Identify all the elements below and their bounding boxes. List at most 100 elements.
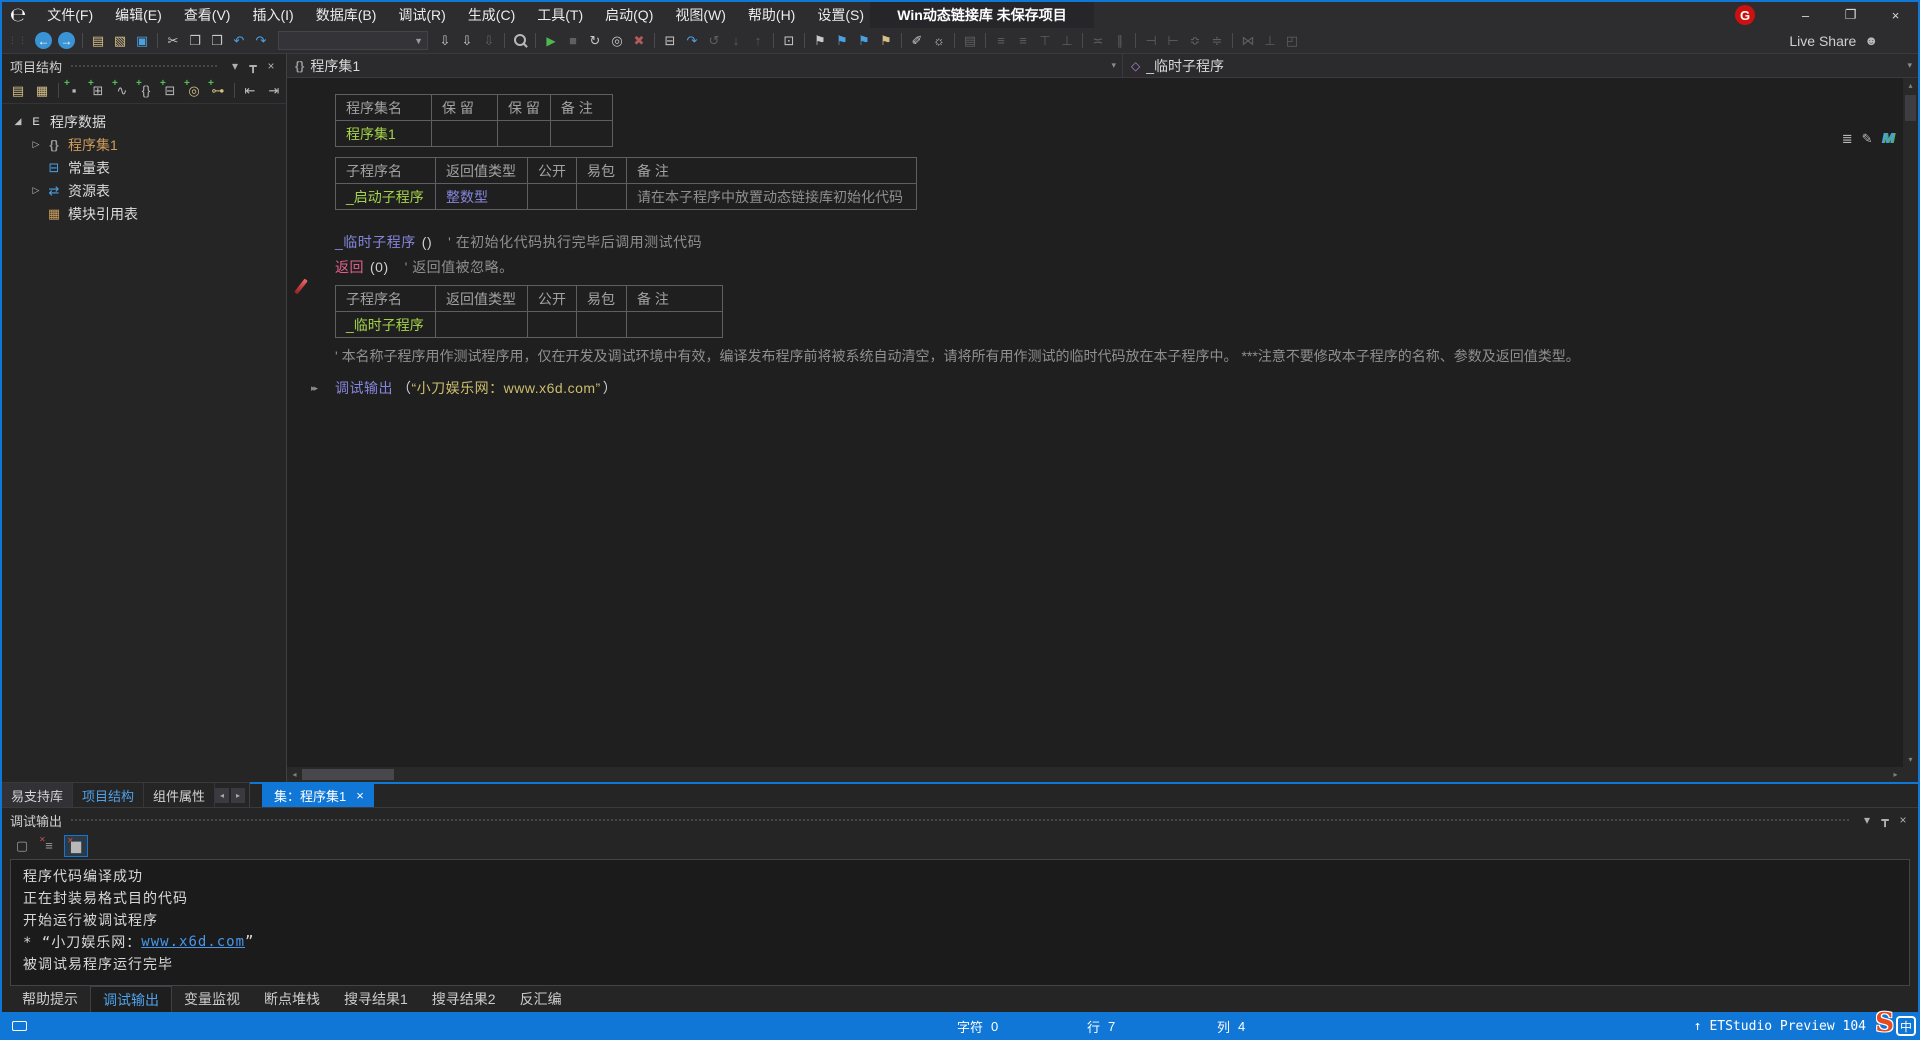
cell[interactable] (528, 184, 577, 210)
stop-icon[interactable]: ■ (562, 31, 584, 51)
sub-name-cell[interactable]: _启动子程序 (336, 184, 436, 210)
close-icon[interactable]: × (356, 788, 364, 803)
sep[interactable] (1131, 31, 1140, 51)
add-menu-icon[interactable]: ⊞ (86, 80, 110, 102)
toolbar-grip[interactable]: ⋮⋮ (8, 35, 28, 46)
collapse-all-icon[interactable]: ⇤ (238, 80, 262, 102)
chevron-down-icon[interactable]: ▾ (1858, 813, 1876, 827)
clear-list-icon[interactable]: ≡ ✕ (37, 835, 61, 857)
new-project-icon[interactable]: ▤ (87, 31, 109, 51)
sogou-ime-icon[interactable]: S (1875, 1008, 1894, 1038)
expand-all-icon[interactable]: ⇥ (262, 80, 286, 102)
panel-drag-dots[interactable] (70, 64, 218, 69)
close-button[interactable]: × (1873, 2, 1918, 28)
col-header[interactable]: 返回值类型 (436, 158, 528, 184)
menu-item[interactable]: 插入(I) (241, 2, 304, 28)
center-h-icon[interactable]: ≍ (1087, 31, 1109, 51)
minimize-button[interactable]: – (1783, 2, 1828, 28)
fullscreen-icon[interactable]: ◰ (1281, 31, 1303, 51)
menu-item[interactable]: 调试(R) (387, 2, 456, 28)
return-type-cell[interactable]: 整数型 (436, 184, 528, 210)
sep[interactable] (54, 80, 62, 102)
back-icon[interactable]: ← (35, 32, 52, 49)
sep[interactable] (650, 31, 659, 51)
scroll-right-icon[interactable]: ▸ (1888, 770, 1903, 779)
col-header[interactable]: 易包 (577, 158, 627, 184)
paste-icon[interactable]: ❒ (206, 31, 228, 51)
sep[interactable] (1228, 31, 1237, 51)
cell[interactable] (577, 184, 627, 210)
tree-expander-icon[interactable]: ▷ (28, 139, 44, 150)
menu-item[interactable]: 编辑(E) (104, 2, 173, 28)
block-comment[interactable]: ' 本名称子程序用作测试程序用，仅在开发及调试环境中有效，编译发布程序前将被系统… (335, 346, 1903, 366)
tree-item-assembly1[interactable]: ▷ {} 程序集1 (2, 133, 286, 156)
m-logo-icon[interactable]: M (1882, 130, 1895, 147)
assembly-name-cell[interactable]: 程序集1 (336, 121, 432, 147)
redo-icon[interactable]: ↷ (250, 31, 272, 51)
menu-item[interactable]: 生成(C) (457, 2, 526, 28)
col-header[interactable]: 公开 (528, 158, 577, 184)
align-left-icon[interactable]: ≡ (990, 31, 1012, 51)
next-bookmark-icon[interactable]: ⚑ (853, 31, 875, 51)
sep[interactable] (800, 31, 809, 51)
arrow-up-icon[interactable]: ↑ (1694, 1019, 1702, 1034)
step-curve-icon[interactable]: ↷ (681, 31, 703, 51)
cell[interactable] (498, 121, 551, 147)
sep[interactable] (153, 31, 162, 51)
chevron-down-icon[interactable]: ▾ (1111, 60, 1116, 71)
menu-item[interactable]: 文件(F) (36, 2, 104, 28)
col-header[interactable]: 保 留 (432, 95, 498, 121)
list-icon[interactable]: ≣ (1842, 131, 1853, 147)
tab-search-result2[interactable]: 搜寻结果2 (420, 986, 508, 1012)
scrollbar-thumb[interactable] (1905, 95, 1916, 121)
step-into-icon[interactable]: ↓ (725, 31, 747, 51)
panel-drag-dots[interactable] (70, 818, 1850, 823)
copy-icon[interactable]: ❐ (184, 31, 206, 51)
profiler-icon[interactable]: ⊟ (659, 31, 681, 51)
forward-icon[interactable]: → (58, 32, 75, 49)
pencil-icon[interactable]: ✎ (1862, 131, 1873, 147)
sep[interactable] (78, 31, 87, 51)
compile-icon[interactable]: ⇩ (434, 31, 456, 51)
add-class-icon[interactable]: {} (134, 80, 158, 102)
cell[interactable] (550, 121, 612, 147)
run-icon[interactable]: ▶ (540, 31, 562, 51)
maximize-button[interactable]: ❐ (1828, 2, 1873, 28)
sep[interactable] (950, 31, 959, 51)
tree-item-constant-table[interactable]: ⊟ 常量表 (2, 156, 286, 179)
sep[interactable] (897, 31, 906, 51)
chevron-down-icon[interactable]: ▾ (1907, 60, 1912, 71)
cell[interactable] (432, 121, 498, 147)
align-right-icon[interactable]: ≡ (1012, 31, 1034, 51)
same-height-icon[interactable]: ⊢ (1162, 31, 1184, 51)
align-bottom-icon[interactable]: ⊥ (1056, 31, 1078, 51)
website-link[interactable]: www.x6d.com (141, 934, 245, 950)
sep[interactable] (500, 31, 509, 51)
comment-cell[interactable]: 请在本子程序中放置动态链接库初始化代码 (627, 184, 917, 210)
package-icon[interactable]: ⇩ (478, 31, 500, 51)
debug-call-line[interactable]: ▸▸ 调试输出 （ “小刀娱乐网：www.x6d.com” ） (335, 378, 1903, 398)
pointer-select-icon[interactable]: ▢ (10, 835, 34, 857)
bookmark-icon[interactable]: ⚑ (809, 31, 831, 51)
scroll-left-icon[interactable]: ◂ (287, 770, 302, 779)
menu-item[interactable]: 工具(T) (526, 2, 594, 28)
tab-disassembly[interactable]: 反汇编 (508, 986, 574, 1012)
toggle-chart-icon[interactable]: ▆ ✕ (64, 835, 88, 857)
tabs-prev-button[interactable]: ◂ (215, 788, 229, 803)
notes-icon[interactable]: ▤ (959, 31, 981, 51)
add-subroutine-icon[interactable]: ∿ (110, 80, 134, 102)
col-header[interactable]: 程序集名 (336, 95, 432, 121)
menu-item[interactable]: 数据库(B) (305, 2, 388, 28)
tab-debug-output[interactable]: 调试输出 (90, 986, 172, 1012)
attach-icon[interactable]: ◎ (606, 31, 628, 51)
menu-item[interactable]: 启动(Q) (594, 2, 664, 28)
code-line[interactable]: 返回 (0) ' 返回值被忽略。 (335, 257, 1903, 277)
scrollbar-thumb[interactable] (302, 769, 394, 780)
folders-icon[interactable]: ▦ (30, 80, 54, 102)
search-icon[interactable] (509, 31, 531, 51)
tree-item-program-data[interactable]: ◢ E 程序数据 (2, 110, 286, 133)
nav-assembly-dropdown[interactable]: {} 程序集1 ▾ (287, 54, 1123, 77)
tab-variable-watch[interactable]: 变量监视 (172, 986, 252, 1012)
wrench-icon[interactable]: ✐ (906, 31, 928, 51)
fit-height-icon[interactable]: ⊥ (1259, 31, 1281, 51)
